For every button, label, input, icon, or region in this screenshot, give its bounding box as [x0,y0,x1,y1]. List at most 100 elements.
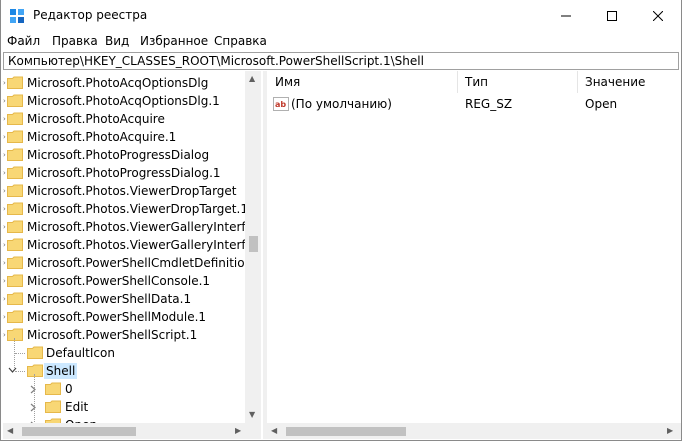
chevron-right-icon[interactable]: › [3,295,6,303]
column-header-name[interactable]: Имя [275,71,300,93]
menu-file[interactable]: Файл [7,34,40,48]
chevron-right-icon[interactable]: › [3,205,6,213]
tree-item-label: Microsoft.Photos.ViewerGalleryInterface.… [27,238,261,252]
title-bar[interactable]: Редактор реестра [1,0,681,31]
column-header-value[interactable]: Значение [585,71,645,93]
chevron-right-icon[interactable]: › [3,151,6,159]
menu-edit[interactable]: Правка [52,34,98,48]
address-bar[interactable]: Компьютер\HKEY_CLASSES_ROOT\Microsoft.Po… [3,52,679,70]
tree-item[interactable]: › Microsoft.PhotoProgressDialog.1 [3,164,245,182]
chevron-right-icon[interactable]: › [3,331,6,339]
scroll-right-icon[interactable]: ▶ [235,427,241,435]
tree-item-label: Microsoft.PhotoProgressDialog.1 [27,166,221,180]
chevron-right-icon[interactable]: › [3,169,6,177]
folder-icon [7,94,23,107]
tree-item-label: Microsoft.PowerShellData.1 [27,292,192,306]
scroll-left-icon[interactable]: ◀ [7,427,13,435]
close-button[interactable] [635,0,681,31]
folder-icon [45,400,61,413]
tree-item[interactable]: › Microsoft.Photos.ViewerDropTarget [3,182,245,200]
chevron-right-icon[interactable]: › [3,241,6,249]
tree-item-label: Microsoft.PowerShellCmdletDefinitionXML [27,256,261,270]
tree-item-label: Microsoft.PowerShellConsole.1 [27,274,211,288]
tree-item-label: Microsoft.PhotoAcqOptionsDlg.1 [27,94,220,108]
folder-icon [7,310,23,323]
maximize-icon [607,10,617,21]
list-horizontal-scroll-thumb[interactable] [286,427,406,436]
tree-item[interactable]: › Microsoft.PhotoAcqOptionsDlg.1 [3,92,245,110]
tree-item-label: Microsoft.PowerShellScript.1 [27,328,198,342]
tree-item-label: Microsoft.PhotoAcquire [27,112,165,126]
chevron-right-icon[interactable] [30,385,37,394]
tree-vertical-scrollbar[interactable]: ▲ ▼ [245,71,261,423]
tree-item[interactable]: › Microsoft.Photos.ViewerGalleryInterface [3,218,261,236]
tree-item[interactable]: Edit [3,398,245,416]
tree-item[interactable]: › Microsoft.PhotoAcquire.1 [3,128,245,146]
tree-item[interactable]: DefaultIcon [3,344,245,362]
maximize-button[interactable] [589,0,635,31]
chevron-down-icon[interactable] [8,367,17,374]
scroll-right-icon[interactable]: ▶ [667,427,673,435]
tree-item[interactable]: › Microsoft.Photos.ViewerGalleryInterface… [3,236,261,254]
folder-icon [7,166,23,179]
registry-editor-window: Редактор реестра Файл Правка Вид Избранн… [0,0,682,441]
tree-vertical-scroll-thumb[interactable] [249,236,258,252]
chevron-right-icon[interactable]: › [3,133,6,141]
minimize-icon [561,15,571,16]
tree-item[interactable]: › Microsoft.Photos.ViewerDropTarget.1 [3,200,248,218]
scroll-down-icon[interactable]: ▼ [249,411,255,419]
tree-item[interactable]: 0 [3,380,245,398]
tree-item[interactable]: › Microsoft.PowerShellConsole.1 [3,272,245,290]
tree-horizontal-scrollbar[interactable]: ◀ ▶ [3,423,261,439]
values-list-pane[interactable]: Имя Тип Значение ab (По умолчанию) REG_S… [267,71,681,439]
folder-icon [7,220,23,233]
chevron-right-icon[interactable]: › [3,97,6,105]
minimize-button[interactable] [543,0,589,31]
folder-icon [7,184,23,197]
tree-item[interactable]: › Microsoft.PhotoProgressDialog [3,146,245,164]
tree-pane[interactable]: › Microsoft.PhotoAcqOptionsDlg › Microsoft.… [3,71,261,439]
folder-icon [7,130,23,143]
folder-icon [7,256,23,269]
folder-icon [45,382,61,395]
menu-help[interactable]: Справка [214,34,267,48]
chevron-right-icon[interactable]: › [3,223,6,231]
tree-item-label: Microsoft.PowerShellModule.1 [27,310,207,324]
folder-icon [7,76,23,89]
column-divider[interactable] [577,71,578,93]
tree-item[interactable]: › Microsoft.PhotoAcqOptionsDlg [3,74,245,92]
chevron-right-icon[interactable] [30,403,37,412]
menu-view[interactable]: Вид [105,34,129,48]
tree-item-label: Microsoft.Photos.ViewerGalleryInterface [27,220,261,234]
chevron-right-icon[interactable]: › [3,277,6,285]
chevron-right-icon[interactable]: › [3,115,6,123]
chevron-right-icon[interactable]: › [3,313,6,321]
window-title: Редактор реестра [33,8,148,22]
folder-icon [7,148,23,161]
tree-item-label: Edit [65,400,89,414]
chevron-right-icon[interactable]: › [3,259,6,267]
chevron-right-icon[interactable]: › [3,79,6,87]
column-header-type[interactable]: Тип [465,71,488,93]
menu-bar: Файл Правка Вид Избранное Справка [1,31,681,51]
tree-item[interactable]: › Microsoft.PowerShellData.1 [3,290,245,308]
tree-item-selected[interactable]: Shell [3,362,245,380]
tree-item[interactable]: › Microsoft.PowerShellModule.1 [3,308,245,326]
menu-favorites[interactable]: Избранное [140,34,208,48]
tree-item[interactable]: › Microsoft.PhotoAcquire [3,110,245,128]
tree-item[interactable]: › Microsoft.PowerShellScript.1 [3,326,245,344]
folder-icon [7,292,23,305]
tree-item-label: Microsoft.PhotoAcquire.1 [27,130,177,144]
chevron-right-icon[interactable]: › [3,187,6,195]
list-horizontal-scrollbar[interactable]: ◀ ▶ [267,423,681,439]
tree-horizontal-scroll-thumb[interactable] [22,427,136,436]
registry-editor-icon [10,9,24,23]
row-value: Open [585,97,618,111]
scroll-left-icon[interactable]: ◀ [271,427,277,435]
folder-icon [27,346,43,359]
tree-item[interactable]: › Microsoft.PowerShellCmdletDefinitionXML [3,254,261,272]
row-type: REG_SZ [465,97,513,111]
scroll-up-icon[interactable]: ▲ [249,75,255,83]
tree-item-label: Microsoft.Photos.ViewerDropTarget [27,184,237,198]
column-divider[interactable] [457,71,458,93]
